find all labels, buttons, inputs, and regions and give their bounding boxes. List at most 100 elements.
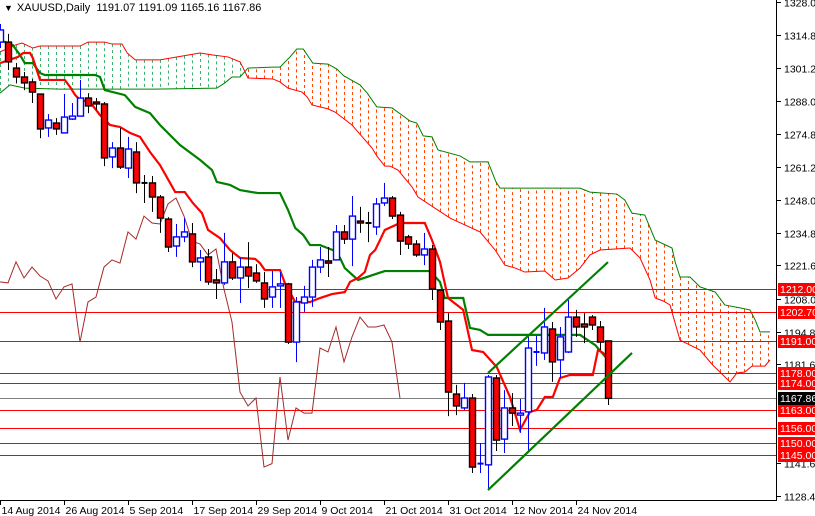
candle-body	[452, 393, 461, 407]
bearish-candle	[52, 118, 61, 135]
bearish-candle	[204, 249, 213, 285]
candle-body	[396, 214, 405, 242]
candle-body	[500, 407, 509, 440]
bearish-candle	[436, 289, 445, 330]
candle-body	[108, 147, 117, 158]
candle-body	[36, 93, 45, 130]
bullish-candle	[76, 79, 85, 117]
bearish-candle	[244, 242, 253, 289]
bullish-candle	[172, 224, 181, 257]
bearish-candle	[444, 313, 453, 417]
candle-body	[468, 397, 477, 468]
bullish-candle	[372, 198, 381, 235]
candle-body	[436, 289, 445, 323]
candle-body	[316, 259, 325, 268]
candle-body	[252, 272, 261, 282]
plot-area[interactable]	[0, 24, 776, 491]
candle-body	[300, 296, 309, 304]
candle-body	[156, 196, 165, 219]
candle-body	[524, 347, 533, 413]
bearish-candle	[428, 245, 437, 300]
candle-body	[412, 243, 421, 256]
price-tick-label: 1221.60	[784, 261, 815, 273]
bearish-candle	[100, 101, 109, 167]
candle-body	[548, 328, 557, 363]
candle-body	[340, 231, 349, 240]
bearish-candle	[388, 196, 397, 220]
candle-body	[92, 101, 101, 105]
bearish-candle	[396, 211, 405, 255]
bearish-candle	[188, 223, 197, 268]
candle-body	[12, 67, 21, 78]
candle-body	[292, 301, 301, 343]
bearish-candle	[596, 321, 605, 350]
candle-body	[460, 397, 469, 409]
bearish-candle	[404, 234, 413, 250]
candle-body	[332, 231, 341, 261]
price-tick-label: 1288.00	[784, 97, 815, 109]
bullish-candle	[316, 247, 325, 274]
candle-body	[588, 316, 597, 326]
bearish-candle	[356, 206, 365, 233]
candle-body	[164, 218, 173, 248]
time-tick-label: 29 Sep 2014	[258, 505, 318, 516]
bearish-candle	[148, 175, 157, 212]
bearish-candle	[156, 195, 165, 233]
candle-body	[516, 412, 525, 416]
candle-body	[484, 376, 493, 466]
candle-body	[20, 76, 29, 84]
time-tick-label: 17 Sep 2014	[194, 505, 254, 516]
price-tick-label: 1128.40	[784, 492, 815, 504]
time-tick-label: 9 Oct 2014	[322, 505, 374, 516]
candle-body	[260, 282, 269, 300]
bullish-candle	[380, 182, 389, 206]
level-price-label: 1202.70	[780, 307, 815, 319]
candle-body	[244, 266, 253, 277]
candle-body	[196, 257, 205, 263]
candle-body	[404, 236, 413, 245]
level-price-label: 1212.00	[780, 284, 815, 296]
bearish-candle	[228, 252, 237, 280]
candle-body	[580, 323, 589, 328]
candle-body	[4, 41, 13, 63]
price-tick-label: 1328.00	[784, 0, 815, 10]
level-labels: 1212.001202.701191.001178.001174.001163.…	[778, 283, 815, 462]
bearish-candle	[588, 315, 597, 330]
candle-body	[420, 248, 429, 256]
candle-body	[268, 286, 277, 298]
candle-body	[148, 182, 157, 198]
candle-body	[68, 115, 77, 120]
bearish-candle	[340, 225, 349, 245]
bullish-candle	[460, 382, 469, 410]
bearish-candle	[572, 309, 581, 337]
time-tick-label: 26 Aug 2014	[66, 505, 125, 516]
level-price-label: 1174.00	[780, 378, 815, 390]
candle-body	[212, 279, 221, 284]
candle-body	[28, 81, 37, 93]
bearish-candle	[212, 269, 221, 300]
bearish-candle	[36, 93, 45, 139]
bearish-candle	[412, 240, 421, 257]
candle-body	[492, 377, 501, 441]
price-chart[interactable]: 1328.00 1314.80 1301.20 1288.00 1274.80 1261.…	[0, 0, 815, 516]
bullish-candle	[0, 24, 5, 49]
time-axis[interactable]: 14 Aug 2014 26 Aug 2014 5 Sep 2014 17 Sep 2…	[0, 500, 638, 516]
candle-body	[284, 283, 293, 343]
price-tick-label: 1248.00	[784, 196, 815, 208]
candle-body	[388, 197, 397, 217]
time-tick-label: 21 Oct 2014	[386, 505, 443, 516]
candle-body	[84, 97, 93, 107]
bearish-candle	[492, 375, 501, 451]
time-tick-label: 12 Nov 2014	[514, 505, 574, 516]
bullish-candle	[533, 335, 540, 366]
bearish-candle	[28, 78, 37, 103]
bullish-candle	[60, 94, 69, 134]
kijun-sen-line	[0, 39, 609, 361]
price-tick-label: 1314.80	[784, 31, 815, 43]
candle-body	[188, 233, 197, 263]
level-price-label: 1145.00	[780, 450, 815, 462]
candle-body	[0, 29, 5, 43]
time-tick-label: 5 Sep 2014	[130, 505, 184, 516]
level-price-label: 1150.00	[780, 438, 815, 450]
candle-body	[204, 256, 213, 283]
